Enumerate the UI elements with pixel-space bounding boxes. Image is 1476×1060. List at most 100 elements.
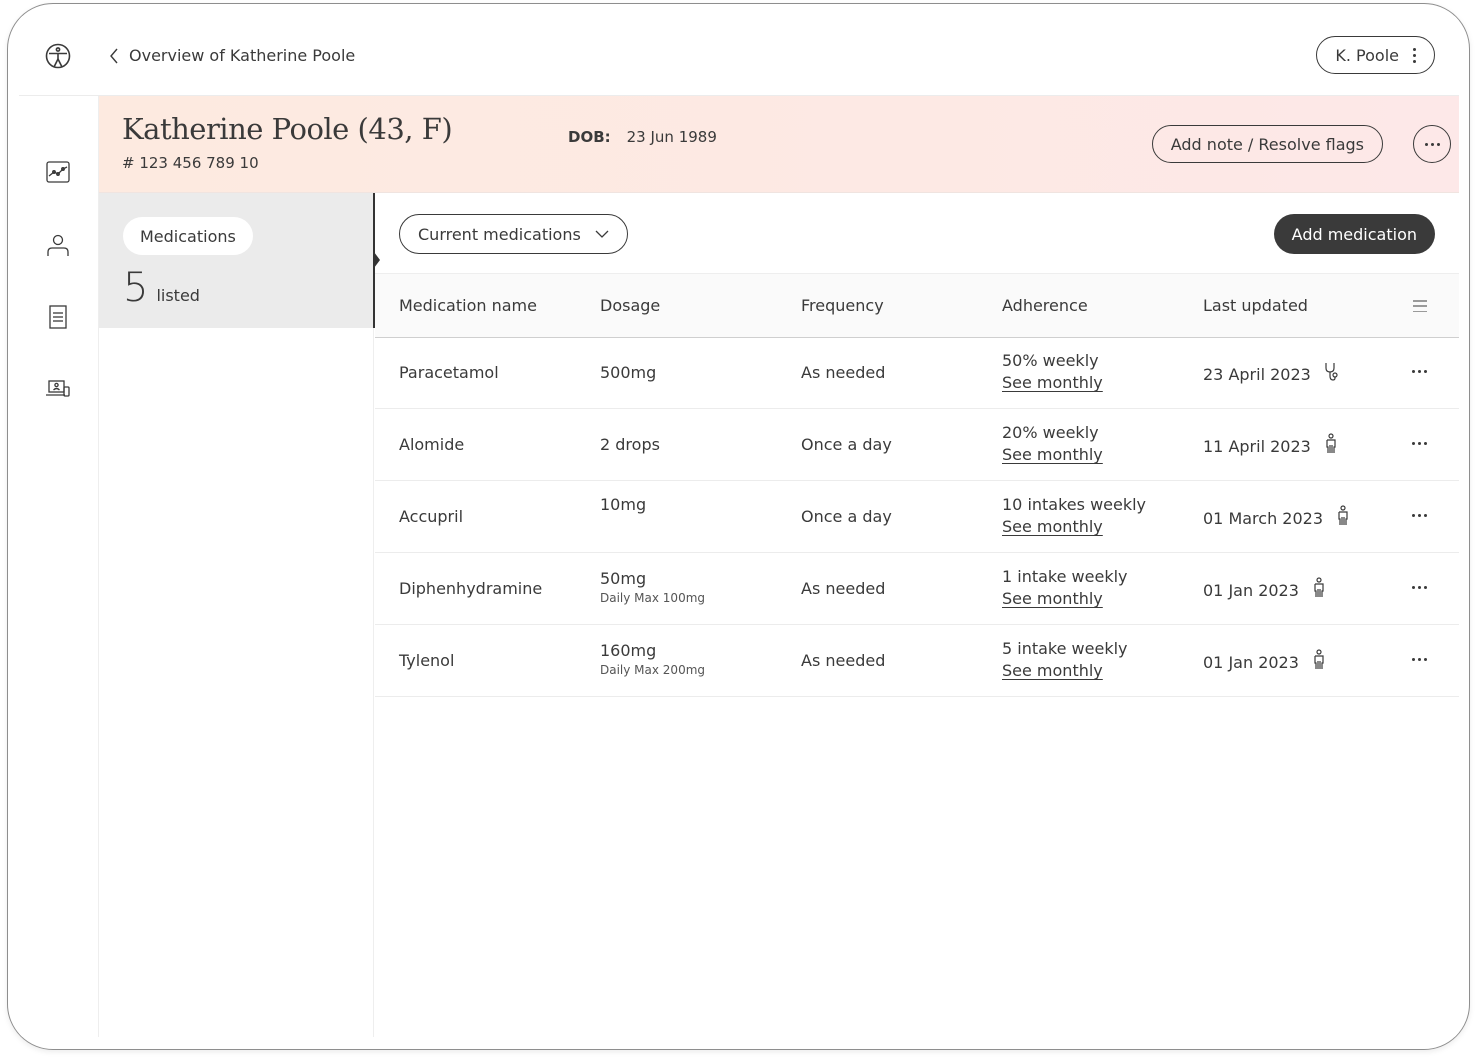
profile-icon[interactable]	[45, 232, 71, 258]
see-monthly-link[interactable]: See monthly	[1002, 517, 1146, 536]
frequency: Once a day	[801, 435, 892, 454]
user-name: K. Poole	[1335, 45, 1399, 65]
medication-name: Accupril	[399, 507, 464, 526]
count-number: 5	[123, 265, 149, 311]
divider	[373, 328, 374, 1037]
dob: DOB: 23 Jun 1989	[568, 128, 717, 146]
table-row[interactable]: Paracetamol 500mg As needed 50% weekly S…	[375, 337, 1459, 409]
accessibility-icon[interactable]	[45, 43, 71, 69]
dosage-value: 500mg	[600, 363, 657, 382]
chevron-left-icon	[110, 48, 118, 63]
column-settings-icon[interactable]	[1413, 300, 1427, 312]
count-label: listed	[156, 286, 200, 305]
patient-icon	[1311, 577, 1327, 603]
device-frame: Overview of Katherine Poole K. Poole Kat…	[7, 3, 1470, 1050]
dosage-value: 2 drops	[600, 435, 660, 454]
adherence: 5 intake weekly See monthly	[1002, 639, 1128, 680]
medication-name: Diphenhydramine	[399, 579, 543, 598]
column-header[interactable]: Adherence	[1002, 296, 1088, 315]
table-row[interactable]: Alomide 2 drops Once a day 20% weekly Se…	[375, 409, 1459, 481]
see-monthly-link[interactable]: See monthly	[1002, 589, 1128, 608]
updated-date: 01 Jan 2023	[1203, 580, 1299, 600]
adherence-value: 50% weekly	[1002, 351, 1099, 370]
see-monthly-link[interactable]: See monthly	[1002, 373, 1103, 392]
medications-count: 5 listed	[123, 265, 200, 311]
medications-main: Current medications Add medication Medic…	[375, 193, 1459, 1037]
patient-more-button[interactable]	[1413, 125, 1451, 163]
adherence-value: 20% weekly	[1002, 423, 1099, 442]
trends-chart-icon[interactable]	[45, 159, 71, 185]
last-updated: 01 Jan 2023	[1203, 649, 1327, 675]
adherence: 10 intakes weekly See monthly	[1002, 495, 1146, 536]
dosage: 50mg Daily Max 100mg	[600, 569, 705, 605]
frequency: As needed	[801, 651, 886, 670]
frequency: As needed	[801, 363, 886, 382]
adherence: 50% weekly See monthly	[1002, 351, 1103, 392]
dob-label: DOB:	[568, 128, 611, 146]
medication-name: Paracetamol	[399, 363, 499, 382]
last-updated: 01 Jan 2023	[1203, 577, 1327, 603]
top-bar: Overview of Katherine Poole K. Poole	[19, 16, 1459, 96]
last-updated: 11 April 2023	[1203, 433, 1339, 459]
row-more-icon[interactable]	[1412, 658, 1427, 661]
devices-icon[interactable]	[45, 376, 71, 402]
adherence-value: 5 intake weekly	[1002, 639, 1128, 658]
kebab-vertical-icon	[1413, 47, 1416, 63]
medications-summary-card[interactable]: Medications 5 listed	[99, 193, 375, 328]
updated-date: 01 Jan 2023	[1203, 652, 1299, 672]
medication-name: Alomide	[399, 435, 465, 454]
filter-label: Current medications	[418, 224, 581, 244]
see-monthly-link[interactable]: See monthly	[1002, 445, 1103, 464]
table-row[interactable]: Diphenhydramine 50mg Daily Max 100mg As …	[375, 553, 1459, 625]
more-horizontal-icon	[1424, 142, 1440, 146]
medications-chip: Medications	[123, 217, 253, 255]
add-note-button[interactable]: Add note / Resolve flags	[1151, 125, 1383, 163]
dob-value: 23 Jun 1989	[626, 128, 717, 146]
row-more-icon[interactable]	[1412, 442, 1427, 445]
see-monthly-link[interactable]: See monthly	[1002, 661, 1128, 680]
table-row[interactable]: Tylenol 160mg Daily Max 200mg As needed …	[375, 625, 1459, 697]
column-header[interactable]: Last updated	[1203, 296, 1308, 315]
dosage: 2 drops	[600, 435, 660, 457]
last-updated: 23 April 2023	[1203, 361, 1339, 387]
adherence: 1 intake weekly See monthly	[1002, 567, 1128, 608]
row-more-icon[interactable]	[1412, 370, 1427, 373]
row-more-icon[interactable]	[1412, 586, 1427, 589]
frequency: As needed	[801, 579, 886, 598]
app-screen: Overview of Katherine Poole K. Poole Kat…	[19, 16, 1459, 1037]
chevron-down-icon	[595, 230, 609, 238]
adherence-value: 10 intakes weekly	[1002, 495, 1147, 514]
left-rail	[19, 96, 99, 1037]
updated-date: 01 March 2023	[1203, 508, 1324, 528]
dosage-max: Daily Max 200mg	[600, 663, 706, 677]
frequency: Once a day	[801, 507, 892, 526]
table-header: Medication name Dosage Frequency Adheren…	[375, 273, 1459, 338]
patient-icon	[1311, 649, 1327, 675]
medication-name: Tylenol	[399, 651, 455, 670]
dosage: 10mg	[600, 495, 646, 517]
add-medication-button[interactable]: Add medication	[1273, 214, 1435, 254]
stethoscope-icon	[1323, 361, 1339, 387]
user-menu-button[interactable]: K. Poole	[1316, 36, 1435, 74]
column-header[interactable]: Medication name	[399, 296, 537, 315]
adherence-value: 1 intake weekly	[1002, 567, 1128, 586]
last-updated: 01 March 2023	[1203, 505, 1351, 531]
back-link[interactable]: Overview of Katherine Poole	[109, 46, 355, 65]
patient-icon	[1323, 433, 1339, 459]
back-link-label: Overview of Katherine Poole	[129, 46, 356, 65]
patient-name: Katherine Poole (43, F)	[122, 112, 453, 146]
patient-header: Katherine Poole (43, F) # 123 456 789 10…	[99, 96, 1459, 193]
row-more-icon[interactable]	[1412, 514, 1427, 517]
table-row[interactable]: Accupril 10mg Once a day 10 intakes week…	[375, 481, 1459, 553]
dosage-value: 160mg	[600, 641, 657, 660]
dosage-value: 10mg	[600, 495, 647, 514]
medications-filter-dropdown[interactable]: Current medications	[399, 214, 628, 254]
column-header[interactable]: Frequency	[801, 296, 884, 315]
dosage-value: 50mg	[600, 569, 647, 588]
document-list-icon[interactable]	[45, 304, 71, 330]
updated-date: 11 April 2023	[1203, 436, 1311, 456]
column-header[interactable]: Dosage	[600, 296, 660, 315]
dosage: 500mg	[600, 363, 656, 385]
updated-date: 23 April 2023	[1203, 364, 1311, 384]
dosage: 160mg Daily Max 200mg	[600, 641, 705, 677]
